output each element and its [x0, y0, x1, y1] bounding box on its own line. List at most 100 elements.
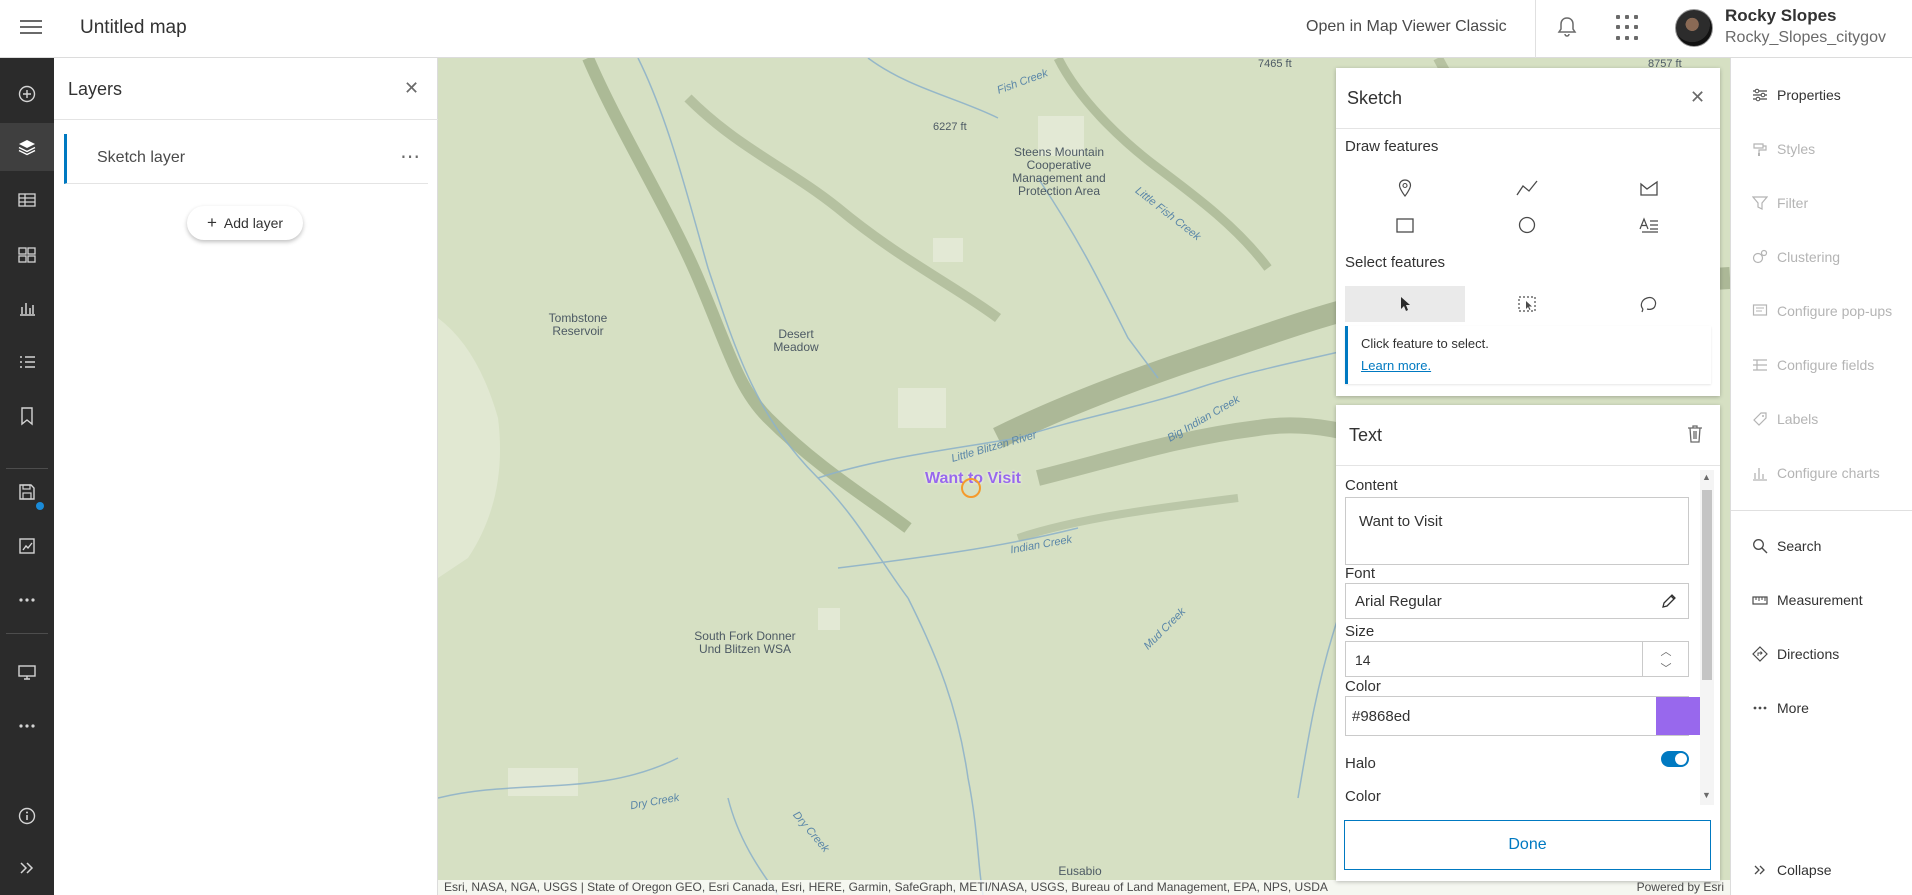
app-launcher-icon[interactable] — [1616, 15, 1642, 41]
clustering-icon — [1751, 248, 1769, 266]
content-textarea[interactable]: Want to Visit — [1345, 497, 1689, 565]
font-value: Arial Regular — [1355, 593, 1442, 610]
circle-icon[interactable] — [1467, 207, 1587, 243]
user-name[interactable]: Rocky Slopes — [1725, 6, 1837, 26]
layer-options-icon[interactable]: ⋯ — [400, 144, 421, 169]
styles-button[interactable]: Styles — [1731, 129, 1912, 169]
add-icon[interactable] — [0, 70, 54, 118]
add-layer-label: Add layer — [223, 215, 284, 231]
elevation-label: 7465 ft — [1258, 58, 1292, 70]
draw-features-label: Draw features — [1345, 138, 1439, 155]
more-label: More — [1777, 700, 1809, 716]
fields-button[interactable]: Configure fields — [1731, 345, 1912, 385]
close-icon[interactable]: ✕ — [404, 78, 419, 99]
present-icon[interactable] — [0, 648, 54, 696]
pointer-select-icon[interactable] — [1345, 286, 1465, 322]
size-input[interactable]: 14 — [1345, 641, 1689, 677]
powered-by-esri[interactable]: Powered by Esri — [1637, 880, 1724, 895]
map-place-label: Desert Meadow — [773, 327, 819, 354]
elevation-label: 6227 ft — [933, 121, 967, 133]
lasso-select-icon[interactable] — [1589, 286, 1709, 322]
layers-icon[interactable] — [0, 123, 54, 171]
configure-charts-button[interactable]: Configure charts — [1731, 453, 1912, 493]
clustering-button[interactable]: Clustering — [1731, 237, 1912, 277]
scroll-thumb[interactable] — [1702, 490, 1712, 680]
bell-icon[interactable] — [1554, 14, 1580, 40]
avatar[interactable] — [1675, 9, 1713, 47]
text-icon[interactable] — [1589, 207, 1709, 243]
clustering-label: Clustering — [1777, 249, 1841, 265]
more-button[interactable]: More — [1731, 688, 1912, 728]
popups-icon — [1751, 302, 1769, 320]
save-icon[interactable] — [0, 468, 54, 516]
properties-icon — [1751, 86, 1769, 104]
more-icon — [1751, 699, 1769, 717]
more-icon[interactable] — [0, 576, 54, 624]
search-button[interactable]: Search — [1731, 526, 1912, 566]
learn-more-link[interactable]: Learn more. — [1361, 358, 1431, 373]
notice-text: Click feature to select. — [1361, 336, 1489, 351]
trash-icon[interactable] — [1685, 423, 1705, 445]
panel-scrollbar[interactable]: ▲ ▼ — [1700, 470, 1714, 805]
plus-icon: + — [206, 213, 217, 232]
halo-toggle[interactable] — [1661, 751, 1689, 767]
info-icon[interactable] — [0, 792, 54, 840]
done-button[interactable]: Done — [1344, 820, 1711, 870]
filter-label: Filter — [1777, 195, 1809, 211]
basemap-icon[interactable] — [0, 231, 54, 279]
layer-name: Sketch layer — [97, 149, 186, 166]
charts-icon — [1751, 464, 1769, 482]
settings-divider — [1731, 510, 1912, 511]
collapse-button[interactable]: Collapse — [1731, 850, 1912, 890]
collapse-label: Collapse — [1777, 862, 1832, 878]
halo-label: Halo — [1345, 755, 1376, 772]
rectangle-icon[interactable] — [1345, 207, 1465, 243]
app-header: Untitled map Open in Map Viewer Classic … — [0, 0, 1912, 58]
more-icon[interactable] — [0, 702, 54, 750]
layers-panel-title: Layers — [68, 79, 123, 99]
sketch-panel-title: Sketch — [1347, 88, 1403, 108]
map-place-label: South Fork Donner Und Blitzen WSA — [694, 629, 796, 656]
map-place-label: Eusabio — [1058, 864, 1102, 878]
filter-button[interactable]: Filter — [1731, 183, 1912, 223]
open-classic-link[interactable]: Open in Map Viewer Classic — [1306, 18, 1507, 36]
panel-divider — [54, 119, 438, 120]
layer-item-sketch[interactable]: Sketch layer ⋯ — [64, 134, 428, 184]
popups-button[interactable]: Configure pop-ups — [1731, 291, 1912, 331]
labels-button[interactable]: Labels — [1731, 399, 1912, 439]
user-id[interactable]: Rocky_Slopes_citygov — [1725, 29, 1886, 47]
table-icon[interactable] — [0, 176, 54, 224]
expand-icon[interactable] — [0, 844, 54, 892]
map-title[interactable]: Untitled map — [80, 17, 187, 39]
polyline-icon[interactable] — [1467, 170, 1587, 206]
edit-icon[interactable] — [1660, 592, 1678, 614]
bookmarks-icon[interactable] — [0, 392, 54, 440]
measurement-label: Measurement — [1777, 592, 1863, 608]
directions-button[interactable]: Directions — [1731, 634, 1912, 674]
properties-button[interactable]: Properties — [1731, 75, 1912, 115]
polygon-icon[interactable] — [1589, 170, 1709, 206]
rectangle-select-icon[interactable] — [1467, 286, 1587, 322]
legend-icon[interactable] — [0, 338, 54, 386]
scroll-up-icon[interactable]: ▲ — [1702, 472, 1711, 482]
chevron-down-icon[interactable]: ﹀ — [1643, 659, 1689, 676]
collapse-icon — [1751, 861, 1769, 879]
scroll-down-icon[interactable]: ▼ — [1702, 790, 1711, 800]
measurement-button[interactable]: Measurement — [1731, 580, 1912, 620]
size-stepper[interactable]: ︿ ﹀ — [1642, 642, 1689, 676]
unsaved-badge — [36, 502, 44, 510]
chevron-up-icon[interactable]: ︿ — [1643, 642, 1689, 659]
selection-handle[interactable] — [961, 478, 981, 498]
color-input[interactable]: #9868ed — [1345, 696, 1689, 736]
sketch-icon[interactable] — [0, 522, 54, 570]
font-field[interactable]: Arial Regular — [1345, 583, 1689, 619]
close-icon[interactable]: ✕ — [1690, 87, 1705, 108]
map-place-label: Steens Mountain Cooperative Management a… — [1012, 145, 1106, 198]
directions-label: Directions — [1777, 646, 1840, 662]
filter-icon — [1751, 194, 1769, 212]
menu-icon[interactable] — [20, 16, 42, 36]
add-layer-button[interactable]: + Add layer — [187, 206, 303, 240]
charts-icon[interactable] — [0, 284, 54, 332]
labels-label: Labels — [1777, 411, 1819, 427]
point-icon[interactable] — [1345, 170, 1465, 206]
